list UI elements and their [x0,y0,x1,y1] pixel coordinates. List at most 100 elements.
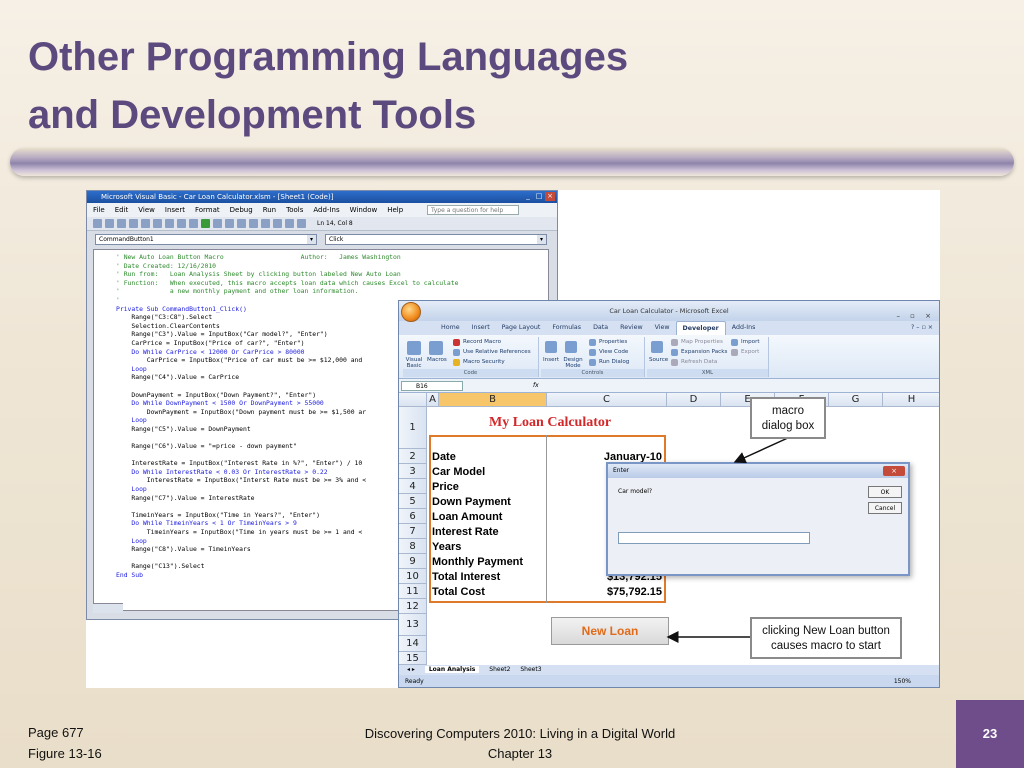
code-line[interactable]: ' Date Created: 12/16/2010 [116,262,548,271]
minimize-icon[interactable]: _ [523,192,533,201]
source-button[interactable]: Source [649,357,668,363]
fx-icon[interactable]: fx [533,379,539,393]
macro-security-button[interactable]: Macro Security [463,359,505,365]
tab-data[interactable]: Data [587,321,614,335]
refresh-data-icon[interactable] [671,359,678,366]
design-mode-button[interactable]: Design Mode [561,357,585,369]
insert-control-icon[interactable] [545,341,557,353]
loan-label-car-model[interactable]: Car Model [432,466,485,478]
undo-icon[interactable] [177,219,186,228]
sheet-tab-loan-analysis[interactable]: Loan Analysis [424,666,480,673]
column-header-b[interactable]: B [439,393,547,407]
tab-view[interactable]: View [649,321,676,335]
code-line[interactable]: ' a new monthly payment and other loan i… [116,287,548,296]
row-header-4[interactable]: 4 [399,479,427,494]
map-properties-icon[interactable] [671,339,678,346]
copy-icon[interactable] [141,219,150,228]
row-header-5[interactable]: 5 [399,494,427,509]
tab-insert[interactable]: Insert [466,321,496,335]
sheet-nav-icon[interactable]: ◂ ▸ [407,666,415,673]
object-browser-icon[interactable] [273,219,282,228]
record-macro-button[interactable]: Record Macro [463,339,501,345]
menu-insert[interactable]: Insert [165,203,185,217]
row-header-7[interactable]: 7 [399,524,427,539]
design-mode-icon[interactable] [237,219,246,228]
source-icon[interactable] [651,341,663,353]
code-line[interactable]: ' Function: When executed, this macro ac… [116,279,548,288]
menu-debug[interactable]: Debug [230,203,253,217]
macros-icon[interactable] [429,341,443,355]
row-header-2[interactable]: 2 [399,449,427,464]
row-header-3[interactable]: 3 [399,464,427,479]
new-loan-button[interactable]: New Loan [551,617,669,645]
tab-page-layout[interactable]: Page Layout [496,321,547,335]
view-code-icon[interactable] [589,349,596,356]
paste-icon[interactable] [153,219,162,228]
loan-label-loan-amount[interactable]: Loan Amount [432,511,502,523]
insert-control-button[interactable]: Insert [543,357,559,363]
window-controls-icon[interactable]: – ▫ × [896,306,935,326]
project-explorer-icon[interactable] [249,219,258,228]
menu-run[interactable]: Run [263,203,276,217]
code-view-scroll-buttons[interactable] [93,603,123,613]
chevron-down-icon[interactable]: ▾ [307,235,316,244]
menu-format[interactable]: Format [195,203,220,217]
menu-file[interactable]: File [93,203,105,217]
design-mode-icon[interactable] [565,341,577,353]
row-header-14[interactable]: 14 [399,636,427,652]
break-icon[interactable] [213,219,222,228]
row-header-13[interactable]: 13 [399,614,427,636]
refresh-data-button[interactable]: Refresh Data [681,359,717,365]
run-dialog-icon[interactable] [589,359,596,366]
row-header-8[interactable]: 8 [399,539,427,554]
relative-references-icon[interactable] [453,349,460,356]
view-excel-icon[interactable] [93,219,102,228]
row-header-6[interactable]: 6 [399,509,427,524]
column-header-d[interactable]: D [667,393,721,407]
cancel-button[interactable]: Cancel [868,502,902,514]
column-header-h[interactable]: H [883,393,939,407]
record-macro-icon[interactable] [453,339,460,346]
column-header-g[interactable]: G [829,393,883,407]
ok-button[interactable]: OK [868,486,902,498]
row-header-9[interactable]: 9 [399,554,427,569]
code-line[interactable]: ' New Auto Loan Button Macro Author: Jam… [116,253,548,262]
use-relative-references-button[interactable]: Use Relative References [463,349,531,355]
sheet-tab-sheet2[interactable]: Sheet2 [489,666,510,673]
help-search-input[interactable]: Type a question for help [427,205,519,215]
tab-add-ins[interactable]: Add-Ins [726,321,762,335]
import-button[interactable]: Import [741,339,760,345]
loan-label-total-interest[interactable]: Total Interest [432,571,500,583]
row-header-15[interactable]: 15 [399,652,427,665]
column-header-c[interactable]: C [547,393,667,407]
loan-label-interest-rate[interactable]: Interest Rate [432,526,499,538]
menu-help[interactable]: Help [387,203,403,217]
loan-label-down-payment[interactable]: Down Payment [432,496,511,508]
properties-icon[interactable] [589,339,596,346]
loan-label-date[interactable]: Date [432,451,456,463]
view-code-button[interactable]: View Code [599,349,628,355]
column-header-a[interactable]: A [427,393,439,407]
map-properties-button[interactable]: Map Properties [681,339,723,345]
row-header-10[interactable]: 10 [399,569,427,584]
visual-basic-button[interactable]: Visual Basic [403,357,425,369]
tab-home[interactable]: Home [435,321,466,335]
expansion-packs-icon[interactable] [671,349,678,356]
dialog-input[interactable] [618,532,810,544]
office-button-icon[interactable] [401,302,421,322]
loan-label-price[interactable]: Price [432,481,459,493]
close-icon[interactable]: × [883,466,905,476]
menu-edit[interactable]: Edit [115,203,129,217]
insert-module-icon[interactable] [105,219,114,228]
tab-review[interactable]: Review [614,321,648,335]
macros-button[interactable]: Macros [427,357,447,363]
name-box[interactable]: B16 [401,381,463,391]
loan-label-total-cost[interactable]: Total Cost [432,586,485,598]
import-icon[interactable] [731,339,738,346]
menu-tools[interactable]: Tools [286,203,303,217]
close-icon[interactable]: × [545,192,555,201]
chevron-down-icon[interactable]: ▾ [537,235,546,244]
procedure-dropdown[interactable]: Click ▾ [325,234,547,245]
menu-view[interactable]: View [138,203,155,217]
sheet-tab-sheet3[interactable]: Sheet3 [520,666,541,673]
